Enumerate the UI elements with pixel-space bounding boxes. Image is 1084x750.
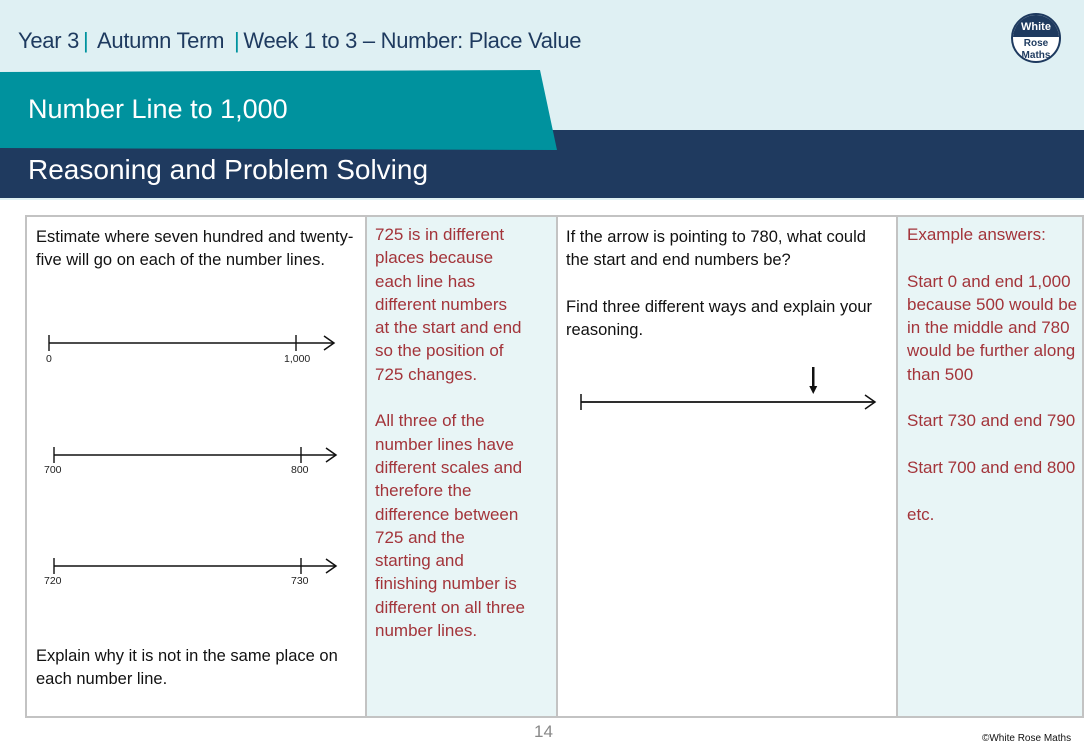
question-column: If the arrow is pointing to 780, what co… (558, 217, 896, 716)
number-line-start-label: 720 (44, 575, 62, 587)
answer-paragraph: All three of the number lines have diffe… (375, 411, 525, 641)
page-number: 14 (534, 722, 553, 741)
section-title: Reasoning and Problem Solving (28, 154, 429, 185)
down-arrow-pointer-icon (809, 367, 818, 394)
question-follow-up: Explain why it is not in the same place … (36, 647, 338, 689)
number-line-3-graphic (53, 558, 338, 574)
breadcrumb-separator: | (233, 28, 240, 53)
number-line-start-label: 0 (46, 353, 52, 365)
copyright: ©White Rose Maths (982, 733, 1072, 744)
answer-column: 725 is in different places because each … (365, 217, 557, 716)
pointer-head (809, 386, 818, 394)
number-line-with-pointer (580, 367, 877, 410)
question-intro: Estimate where seven hundred and twenty-… (36, 228, 354, 270)
answer-paragraph: Start 730 and end 790 (907, 411, 1076, 431)
number-line-start-label: 700 (44, 464, 62, 476)
right-question-panel: If the arrow is pointing to 780, what co… (556, 215, 1084, 718)
breadcrumb-term: Autumn Term (97, 28, 225, 53)
answer-paragraph: Start 0 and end 1,000 because 500 would … (907, 271, 1078, 384)
logo-line-1: White (1013, 15, 1059, 37)
number-line-2: 700 800 (42, 437, 342, 482)
answer-paragraph: Example answers: (907, 225, 1046, 244)
breadcrumb-separator: | (83, 28, 89, 53)
question-column: Estimate where seven hundred and twenty-… (27, 217, 365, 716)
breadcrumb-unit: Week 1 to 3 – Number: Place Value (243, 28, 582, 53)
answer-paragraph: 725 is in different places because each … (375, 225, 522, 384)
answer-text: Example answers: Start 0 and end 1,000 b… (907, 223, 1082, 526)
question-paragraph: If the arrow is pointing to 780, what co… (566, 228, 866, 270)
breadcrumb: Year 3 | Autumn Term | Week 1 to 3 – Numbe… (18, 28, 582, 54)
breadcrumb-year: Year 3 (18, 28, 79, 53)
white-rose-maths-logo: White Rose Maths (1011, 13, 1061, 63)
number-line-3: 720 730 (42, 548, 342, 593)
answer-column: Example answers: Start 0 and end 1,000 b… (896, 217, 1082, 716)
question-text: If the arrow is pointing to 780, what co… (566, 226, 891, 342)
answer-paragraph: Start 700 and end 800 (907, 457, 1076, 477)
answer-paragraph: etc. (907, 504, 935, 524)
number-line-end-label: 1,000 (284, 353, 311, 365)
question-paragraph: Find three different ways and explain yo… (566, 297, 873, 340)
number-line-1: 0 1,000 (42, 325, 342, 370)
number-line-2-graphic (53, 447, 338, 463)
left-question-panel: Estimate where seven hundred and twenty-… (25, 215, 559, 718)
lesson-title: Number Line to 1,000 (28, 94, 288, 124)
number-line-end-label: 800 (291, 464, 309, 476)
logo-line-2: Rose (1023, 38, 1049, 49)
answer-text: 725 is in different places because each … (375, 223, 525, 642)
number-line-end-label: 730 (291, 575, 309, 587)
number-line-1-graphic (48, 335, 336, 351)
